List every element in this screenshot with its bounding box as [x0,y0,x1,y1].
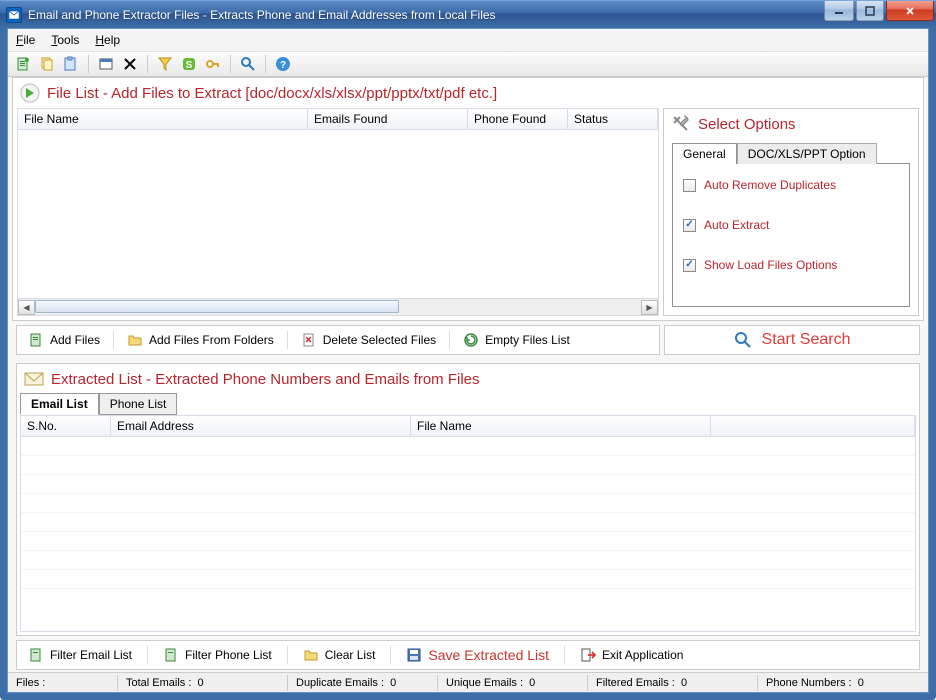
col-email-address[interactable]: Email Address [111,416,411,436]
empty-files-list-button[interactable]: Empty Files List [456,329,577,351]
file-table: File Name Emails Found Phone Found Statu… [17,108,659,316]
skype-icon[interactable]: S [180,55,198,73]
window-icon[interactable] [97,55,115,73]
minimize-button[interactable] [824,1,854,21]
checkbox-auto-extract[interactable]: Auto Extract [683,218,899,232]
col-status[interactable]: Status [568,109,658,129]
toolbar: S ? [8,51,928,77]
scroll-left-icon[interactable]: ◀ [18,300,35,315]
tab-doc-option[interactable]: DOC/XLS/PPT Option [737,143,877,164]
svg-text:?: ? [280,60,286,71]
start-search-button[interactable]: Start Search [734,331,851,349]
new-scan-icon[interactable] [14,55,32,73]
app-window: Email and Phone Extractor Files - Extrac… [0,0,936,700]
extracted-table-body[interactable] [20,437,916,632]
save-extracted-list-button[interactable]: Save Extracted List [399,644,556,666]
statusbar: Files : Total Emails : 0 Duplicate Email… [8,672,928,692]
copy-icon[interactable] [38,55,56,73]
col-phone[interactable]: Phone Found [468,109,568,129]
col-empty[interactable] [711,416,915,436]
status-dup-emails: Duplicate Emails : 0 [288,675,438,691]
add-files-button[interactable]: Add Files [21,329,107,351]
paste-icon[interactable] [62,55,80,73]
help-icon[interactable]: ? [274,55,292,73]
menu-tools[interactable]: Tools [51,33,79,47]
extracted-title: Extracted List - Extracted Phone Numbers… [51,371,480,388]
search-icon[interactable] [239,55,257,73]
col-ext-filename[interactable]: File Name [411,416,711,436]
menu-file[interactable]: File [16,33,35,47]
status-files: Files : [8,675,118,691]
svg-text:S: S [186,60,193,71]
filter-email-list-button[interactable]: Filter Email List [21,644,139,666]
menu-help[interactable]: Help [95,33,120,47]
add-files-from-folders-button[interactable]: Add Files From Folders [120,329,281,351]
tools-icon [670,113,692,135]
start-search-panel: Start Search [664,325,920,355]
key-icon[interactable] [204,55,222,73]
file-table-body[interactable] [17,130,659,299]
col-filename[interactable]: File Name [18,109,308,129]
checkbox-icon[interactable] [683,259,696,272]
tab-phone-list[interactable]: Phone List [99,393,178,415]
col-sno[interactable]: S.No. [21,416,111,436]
filter-phone-list-button[interactable]: Filter Phone List [156,644,279,666]
options-panel: Select Options General DOC/XLS/PPT Optio… [663,108,919,316]
extracted-list-panel: Extracted List - Extracted Phone Numbers… [16,363,920,636]
close-button[interactable] [886,1,934,21]
checkbox-icon[interactable] [683,219,696,232]
checkbox-show-load-files[interactable]: Show Load Files Options [683,258,899,272]
client-area: File Tools Help S ? [7,28,929,693]
window-title: Email and Phone Extractor Files - Extrac… [28,8,496,22]
delete-selected-files-button[interactable]: Delete Selected Files [294,329,443,351]
horizontal-scrollbar[interactable]: ◀ ▶ [17,299,659,316]
clear-list-button[interactable]: Clear List [296,644,383,666]
tab-email-list[interactable]: Email List [20,393,99,415]
checkbox-icon[interactable] [683,179,696,192]
tab-general[interactable]: General [672,143,737,164]
status-unique-emails: Unique Emails : 0 [438,675,588,691]
options-title: Select Options [698,116,796,133]
menubar: File Tools Help [8,29,928,51]
status-phone-numbers: Phone Numbers : 0 [758,675,928,691]
delete-icon[interactable] [121,55,139,73]
file-actions-bar: Add Files Add Files From Folders Delete … [16,325,660,355]
checkbox-auto-remove-dup[interactable]: Auto Remove Duplicates [683,178,899,192]
app-icon [6,7,22,23]
maximize-button[interactable] [856,1,884,21]
bottom-actions-bar: Filter Email List Filter Phone List Clea… [16,640,920,670]
exit-application-button[interactable]: Exit Application [573,644,690,666]
status-filtered-emails: Filtered Emails : 0 [588,675,758,691]
funnel-icon[interactable] [156,55,174,73]
col-emails[interactable]: Emails Found [308,109,468,129]
titlebar[interactable]: Email and Phone Extractor Files - Extrac… [0,0,936,28]
scroll-right-icon[interactable]: ▶ [641,300,658,315]
scroll-thumb[interactable] [35,300,399,313]
status-total-emails: Total Emails : 0 [118,675,288,691]
envelope-icon [23,368,45,390]
file-list-panel: File List - Add Files to Extract [doc/do… [12,77,924,321]
file-list-title: File List - Add Files to Extract [doc/do… [47,85,497,102]
arrow-right-icon [19,82,41,104]
